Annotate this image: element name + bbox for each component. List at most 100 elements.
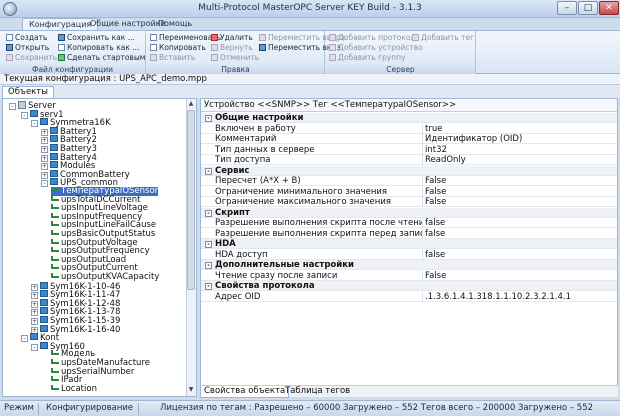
property-value[interactable]: Идентификатор (OID) [425, 134, 615, 144]
property-row[interactable]: Чтение сразу после записи False [201, 270, 617, 281]
property-name-text: Комментарий [215, 134, 277, 144]
property-name: - Свойства протокола [205, 281, 413, 291]
property-value[interactable]: ReadOnly [425, 155, 615, 165]
cancel-button[interactable]: Отменить [211, 53, 259, 62]
property-name: - Скрипт [205, 208, 413, 218]
property-category[interactable]: - Свойства протокола [201, 281, 617, 291]
save-as-icon [58, 34, 65, 41]
property-value[interactable]: False [425, 271, 615, 281]
collapse-icon[interactable]: - [205, 241, 212, 248]
ribbon-group-server-label: Сервер [326, 65, 475, 74]
save-as-button[interactable]: Сохранить как ... [58, 33, 135, 42]
copy-as-icon [58, 44, 65, 51]
server-icon [18, 101, 26, 109]
tree-node-label: Sym16K-1-16-40 [50, 324, 121, 335]
create-button[interactable]: Создать [6, 33, 47, 42]
property-row[interactable]: Включен в работу true [201, 123, 617, 134]
scroll-down-icon[interactable]: ▼ [187, 386, 195, 394]
paste-icon [150, 54, 157, 61]
property-row[interactable]: Комментарий Идентификатор (OID) [201, 134, 617, 144]
property-value[interactable]: false [425, 218, 615, 228]
device-folder-icon [50, 135, 58, 143]
property-value[interactable]: .1.3.6.1.4.1.318.1.1.10.2.3.2.1.4.1 [425, 292, 615, 302]
add-device-button[interactable]: Добавить устройство [329, 43, 423, 52]
property-name-text: Свойства протокола [215, 281, 315, 291]
add-group-icon [329, 54, 336, 61]
ribbon-tabs: Конфигурация Общие настройки Помощь [0, 18, 620, 30]
close-button[interactable]: ✕ [599, 1, 619, 15]
collapse-icon[interactable]: - [205, 262, 212, 269]
add-protocol-button[interactable]: Добавить протокол [329, 33, 415, 42]
tab-tag-table[interactable]: Таблица тегов [282, 386, 353, 398]
make-startup-button[interactable]: Сделать стартовым [58, 53, 145, 62]
tag-icon [51, 230, 59, 235]
device-folder-icon [40, 281, 48, 289]
add-tag-icon [412, 34, 419, 41]
property-row[interactable]: Разрешение выполнения скрипта перед запи… [201, 228, 617, 239]
save-button[interactable]: Сохранить [6, 53, 57, 62]
paste-button[interactable]: Вставить [150, 53, 195, 62]
collapse-icon[interactable]: - [205, 115, 212, 122]
property-category[interactable]: - Дополнительные настройки [201, 260, 617, 270]
device-folder-icon [40, 290, 48, 298]
property-value[interactable]: false [425, 229, 615, 239]
copy-as-button[interactable]: Копировать как ... [58, 43, 139, 52]
maximize-button[interactable]: □ [578, 1, 598, 15]
property-value[interactable]: False [425, 187, 615, 197]
property-value[interactable]: int32 [425, 145, 615, 155]
property-name-text: HDA доступ [215, 249, 268, 260]
property-category[interactable]: - Скрипт [201, 207, 617, 218]
collapse-icon[interactable]: - [41, 180, 48, 188]
property-category[interactable]: - HDA [201, 239, 617, 249]
minimize-button[interactable]: – [557, 1, 577, 15]
add-tag-button[interactable]: Добавить тег [412, 33, 474, 42]
property-value[interactable]: false [425, 250, 615, 260]
property-row[interactable]: Ограничение максимального значения False [201, 197, 617, 207]
collapse-icon[interactable]: - [205, 167, 212, 175]
undo-button[interactable]: Вернуть [211, 43, 253, 52]
property-name: - HDA [205, 239, 413, 249]
collapse-icon[interactable]: - [21, 111, 28, 119]
scroll-up-icon[interactable]: ▲ [187, 100, 195, 108]
property-value[interactable]: False [425, 176, 615, 186]
collapse-icon[interactable]: - [205, 209, 212, 217]
tab-objects[interactable]: Объекты [2, 86, 54, 98]
property-name-text: Адрес OID [215, 291, 261, 302]
property-name: Ограничение минимального значения [215, 186, 423, 197]
property-row[interactable]: Разрешение выполнения скрипта после чтен… [201, 218, 617, 228]
collapse-icon[interactable]: - [9, 103, 16, 110]
tag-icon [51, 255, 59, 261]
property-row[interactable]: Ограничение минимального значения False [201, 186, 617, 197]
collapse-icon[interactable]: - [21, 335, 28, 343]
copy-button[interactable]: Копировать [150, 43, 206, 52]
status-license: Лицензия по тегам : Разрешено – 60000 За… [160, 403, 594, 413]
property-row[interactable]: HDA доступ false [201, 249, 617, 260]
collapse-icon[interactable]: - [31, 343, 38, 351]
property-row[interactable]: Тип доступа ReadOnly [201, 155, 617, 165]
device-folder-icon [40, 298, 48, 306]
property-value[interactable]: False [425, 197, 615, 207]
property-row[interactable]: Адрес OID .1.3.6.1.4.1.318.1.1.10.2.3.2.1… [201, 291, 617, 302]
object-tree[interactable]: - Server - serv1- Symmetra16K + Battery1 + Batte… [2, 98, 197, 397]
collapse-icon[interactable]: - [205, 283, 212, 290]
delete-button[interactable]: Удалить [211, 33, 253, 42]
add-protocol-icon [329, 34, 336, 41]
add-group-button[interactable]: Добавить группу [329, 53, 406, 62]
property-category[interactable]: - Общие настройки [201, 113, 617, 123]
property-category[interactable]: - Сервис [201, 165, 617, 176]
tree-scrollbar-thumb[interactable] [187, 110, 195, 290]
property-row[interactable]: Пересчет (A*X + B) False [201, 176, 617, 186]
collapse-icon[interactable]: - [31, 120, 38, 128]
property-name-text: Тип доступа [215, 155, 271, 165]
device-folder-icon [40, 307, 48, 315]
property-value[interactable]: true [425, 124, 615, 134]
copy-icon [150, 44, 157, 51]
open-button[interactable]: Открыть [6, 43, 49, 52]
property-row[interactable]: Тип данных в сервере int32 [201, 144, 617, 155]
tag-icon [51, 221, 59, 227]
ribbon-group-file-label: Файл конфигурации [0, 65, 145, 74]
tab-object-properties[interactable]: Свойства объекта [200, 386, 290, 398]
tree-node[interactable]: Location [51, 384, 97, 394]
property-name: Разрешение выполнения скрипта после чтен… [215, 218, 423, 228]
tab-help[interactable]: Помощь [152, 18, 198, 30]
